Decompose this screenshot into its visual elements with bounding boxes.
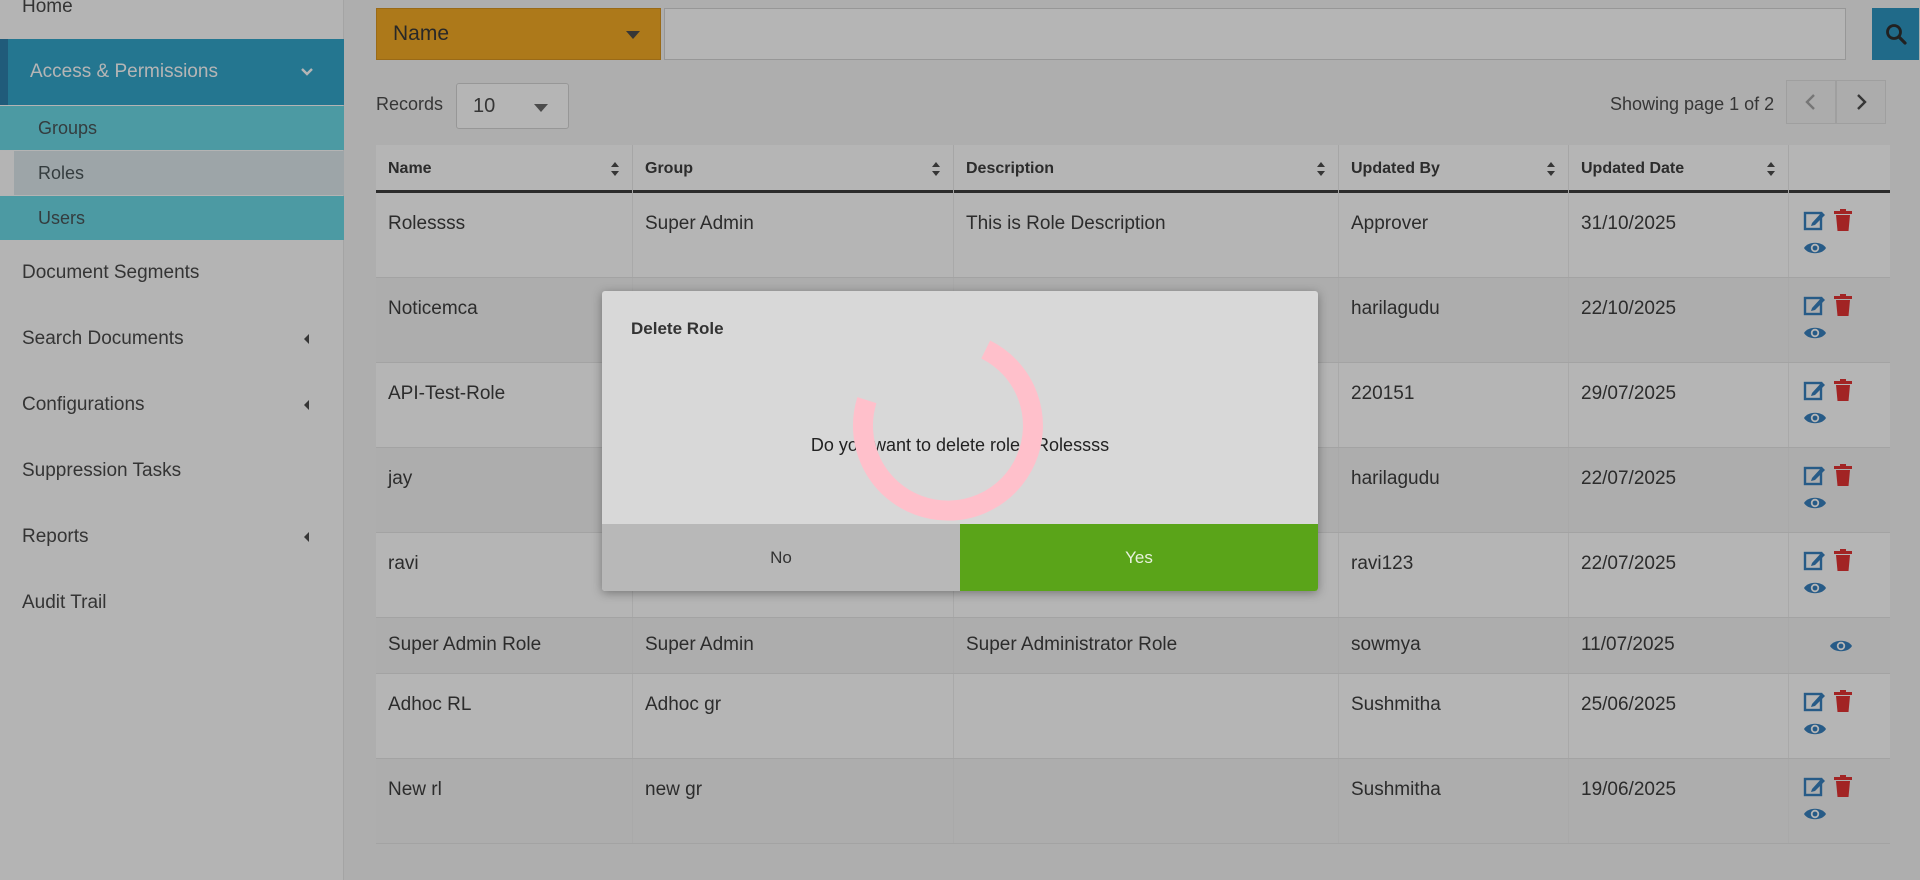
dialog-message: Do you want to delete role - Rolessss bbox=[810, 435, 1110, 455]
delete-role-dialog: Delete Role Do you want to delete role -… bbox=[602, 291, 1318, 591]
dialog-title: Delete Role bbox=[631, 319, 724, 338]
no-button[interactable]: No bbox=[602, 524, 960, 591]
yes-button[interactable]: Yes bbox=[960, 524, 1318, 591]
